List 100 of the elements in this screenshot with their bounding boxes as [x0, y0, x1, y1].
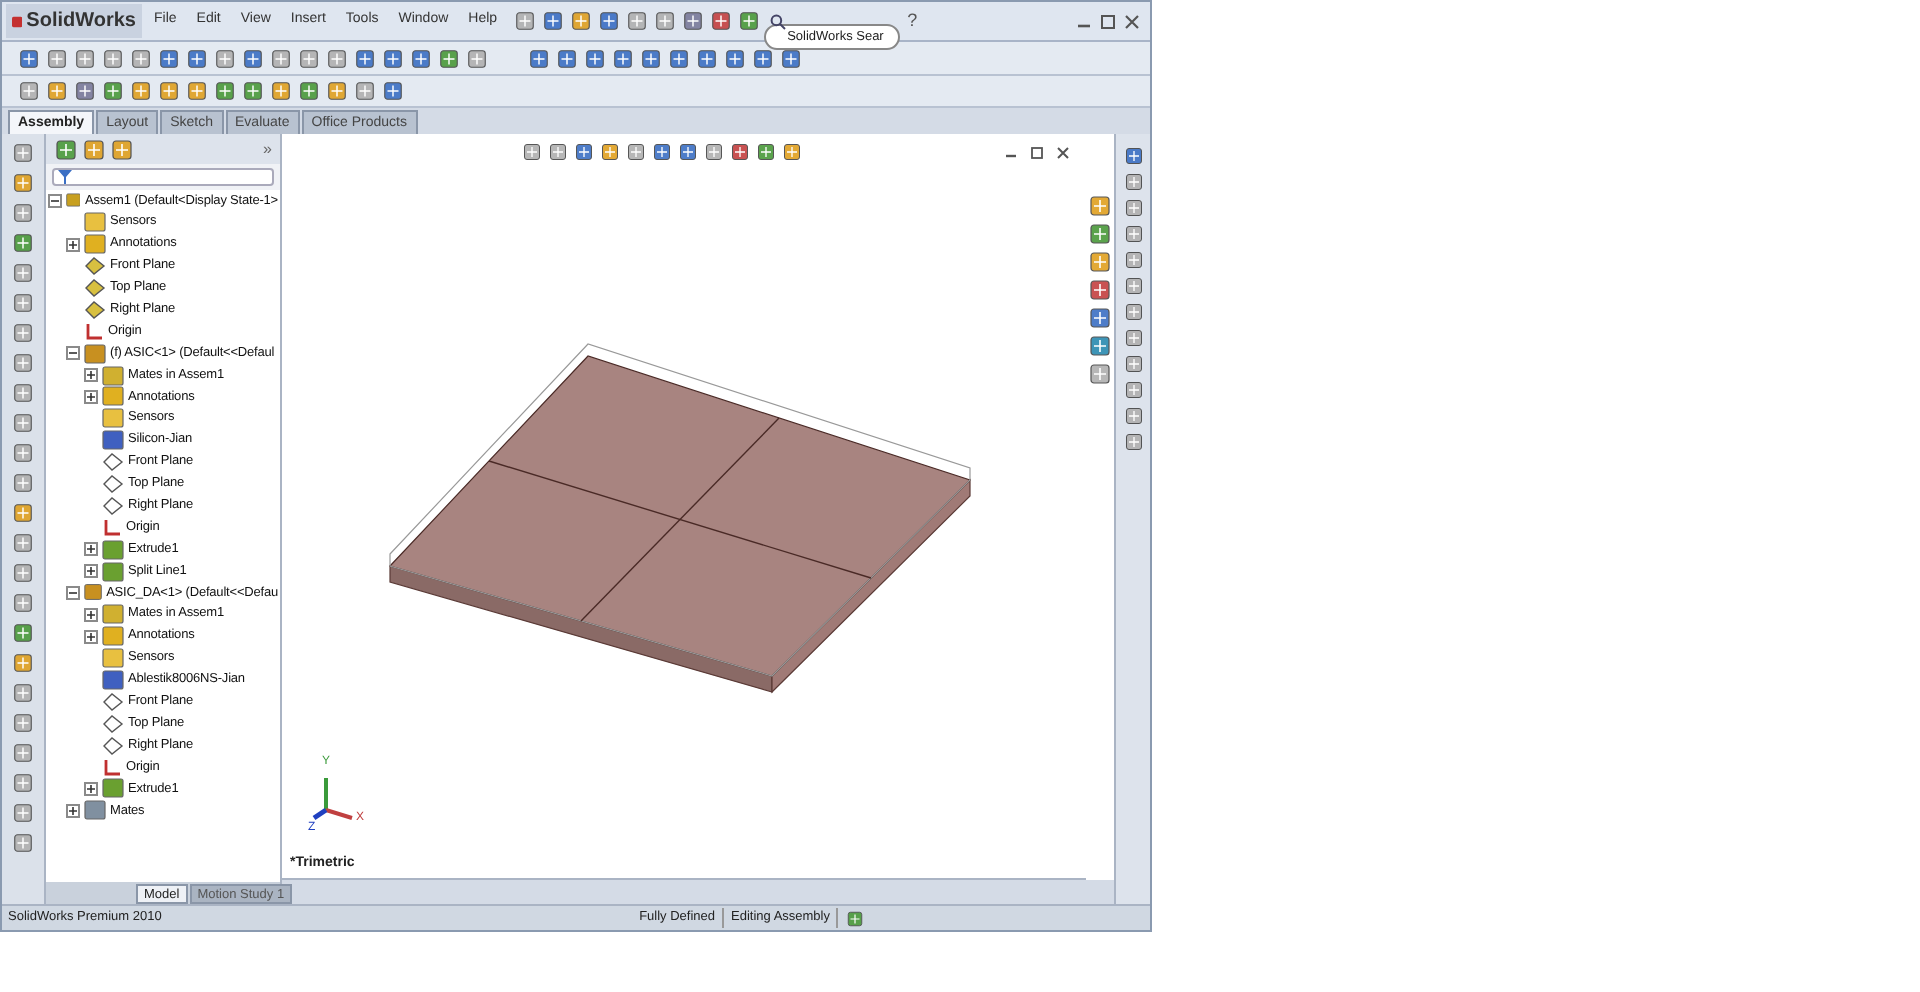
toolbar-icon[interactable] — [1088, 306, 1112, 330]
toolbar-icon[interactable] — [82, 137, 106, 161]
toolbar-icon[interactable] — [46, 47, 68, 69]
toolbar-icon[interactable] — [1123, 198, 1143, 218]
toolbar-icon[interactable] — [574, 142, 594, 162]
toolbar-icon[interactable] — [12, 742, 34, 764]
toolbar-icon[interactable] — [102, 47, 124, 69]
toolbar-icon[interactable] — [12, 442, 34, 464]
toolbar-icon[interactable] — [668, 47, 690, 69]
toolbar-icon[interactable] — [724, 47, 746, 69]
toolbar-icon[interactable] — [12, 142, 34, 164]
toolbar-icon[interactable] — [12, 172, 34, 194]
toolbar-icon[interactable] — [12, 622, 34, 644]
toolbar-icon[interactable] — [12, 352, 34, 374]
toolbar-icon[interactable] — [1123, 250, 1143, 270]
collapse-toggle[interactable] — [66, 585, 80, 600]
toolbar-icon[interactable] — [12, 472, 34, 494]
toolbar-icon[interactable] — [652, 142, 672, 162]
toolbar-icon[interactable] — [12, 562, 34, 584]
toolbar-icon[interactable] — [18, 80, 40, 102]
toolbar-icon[interactable] — [704, 142, 724, 162]
toolbar-icon[interactable] — [12, 682, 34, 704]
toolbar-icon[interactable] — [186, 47, 208, 69]
toolbar-icon[interactable] — [12, 262, 34, 284]
expand-toggle[interactable] — [66, 803, 80, 818]
toolbar-icon[interactable] — [74, 80, 96, 102]
toolbar-icon[interactable] — [354, 47, 376, 69]
toolbar-icon[interactable] — [12, 202, 34, 224]
toolbar-icon[interactable] — [569, 10, 592, 32]
toolbar-icon[interactable] — [730, 142, 750, 162]
collapse-toggle[interactable] — [66, 346, 80, 361]
close-icon[interactable] — [1124, 13, 1140, 29]
toolbar-icon[interactable] — [696, 47, 718, 69]
toolbar-icon[interactable] — [270, 47, 292, 69]
toolbar-icon[interactable] — [600, 142, 620, 162]
toolbar-icon[interactable] — [522, 142, 542, 162]
toolbar-icon[interactable] — [1088, 250, 1112, 274]
toolbar-icon[interactable] — [548, 142, 568, 162]
toolbar-icon[interactable] — [354, 80, 376, 102]
toolbar-icon[interactable] — [12, 502, 34, 524]
toolbar-icon[interactable] — [12, 532, 34, 554]
toolbar-icon[interactable] — [782, 142, 802, 162]
toolbar-icon[interactable] — [1123, 172, 1143, 192]
toolbar-icon[interactable] — [46, 80, 68, 102]
toolbar-icon[interactable] — [1123, 302, 1143, 322]
toolbar-icon[interactable] — [12, 232, 34, 254]
filter-field[interactable] — [52, 168, 274, 186]
toolbar-icon[interactable] — [1088, 334, 1112, 358]
toolbar-icon[interactable] — [12, 412, 34, 434]
toolbar-icon[interactable] — [1123, 406, 1143, 426]
toolbar-icon[interactable] — [1123, 224, 1143, 244]
toolbar-icon[interactable] — [737, 10, 760, 32]
toolbar-icon[interactable] — [12, 832, 34, 854]
toolbar-icon[interactable] — [597, 10, 620, 32]
toolbar-icon[interactable] — [1123, 276, 1143, 296]
toolbar-icon[interactable] — [54, 137, 78, 161]
toolbar-icon[interactable] — [640, 47, 662, 69]
expand-toggle[interactable] — [84, 629, 98, 644]
toolbar-icon[interactable] — [12, 292, 34, 314]
toolbar-icon[interactable] — [1123, 380, 1143, 400]
toolbar-icon[interactable] — [12, 592, 34, 614]
toolbar-icon[interactable] — [158, 47, 180, 69]
expand-toggle[interactable] — [84, 607, 98, 622]
toolbar-icon[interactable] — [681, 10, 704, 32]
toolbar-icon[interactable] — [528, 47, 550, 69]
toolbar-icon[interactable] — [678, 142, 698, 162]
toolbar-icon[interactable] — [513, 10, 536, 32]
toolbar-icon[interactable] — [556, 47, 578, 69]
app-logo[interactable]: SolidWorks — [6, 4, 142, 38]
toolbar-icon[interactable] — [242, 80, 264, 102]
toolbar-icon[interactable] — [214, 47, 236, 69]
toolbar-icon[interactable] — [214, 80, 236, 102]
toolbar-icon[interactable] — [1123, 432, 1143, 452]
toolbar-icon[interactable] — [1123, 328, 1143, 348]
toolbar-icon[interactable] — [110, 137, 134, 161]
collapse-toggle[interactable] — [48, 193, 62, 208]
toolbar-icon[interactable] — [1088, 194, 1112, 218]
toolbar-icon[interactable] — [382, 80, 404, 102]
toolbar-icon[interactable] — [12, 652, 34, 674]
toolbar-icon[interactable] — [130, 47, 152, 69]
expand-toggle[interactable] — [84, 389, 98, 404]
toolbar-icon[interactable] — [410, 47, 432, 69]
expand-toggle[interactable] — [84, 564, 98, 579]
toolbar-icon[interactable] — [612, 47, 634, 69]
toolbar-icon[interactable] — [1123, 354, 1143, 374]
toolbar-icon[interactable] — [584, 47, 606, 69]
toolbar-icon[interactable] — [1088, 362, 1112, 386]
toolbar-icon[interactable] — [756, 142, 776, 162]
toolbar-icon[interactable] — [541, 10, 564, 32]
toolbar-icon[interactable] — [186, 80, 208, 102]
toolbar-icon[interactable] — [158, 80, 180, 102]
toolbar-icon[interactable] — [12, 322, 34, 344]
toolbar-icon[interactable] — [438, 47, 460, 69]
toolbar-icon[interactable] — [382, 47, 404, 69]
expand-toggle[interactable] — [84, 542, 98, 557]
toolbar-icon[interactable] — [1123, 146, 1143, 166]
toolbar-icon[interactable] — [653, 10, 676, 32]
expand-panel-button[interactable]: » — [263, 137, 272, 161]
toolbar-icon[interactable] — [242, 47, 264, 69]
toolbar-icon[interactable] — [709, 10, 732, 32]
